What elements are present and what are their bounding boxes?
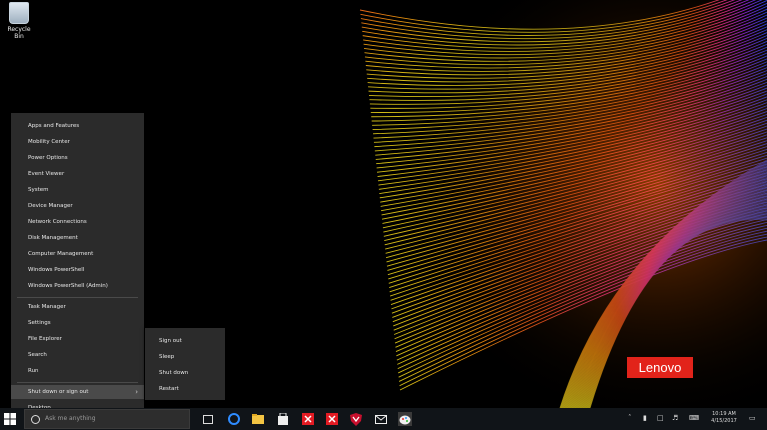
menu-item-power-options[interactable]: Power Options <box>11 151 144 165</box>
menu-item-powershell-admin[interactable]: Windows PowerShell (Admin) <box>11 279 144 293</box>
menu-item-computer-management[interactable]: Computer Management <box>11 247 144 261</box>
submenu-item-sleep[interactable]: Sleep <box>145 350 225 364</box>
app-red-x-icon[interactable] <box>325 412 339 426</box>
winx-menu: Apps and Features Mobility Center Power … <box>11 113 144 411</box>
menu-item-run[interactable]: Run <box>11 364 144 378</box>
menu-item-settings[interactable]: Settings <box>11 316 144 330</box>
menu-item-file-explorer[interactable]: File Explorer <box>11 332 144 346</box>
menu-item-search[interactable]: Search <box>11 348 144 362</box>
trash-icon <box>9 2 29 24</box>
menu-item-device-manager[interactable]: Device Manager <box>11 199 144 213</box>
mcafee-shield-icon[interactable] <box>349 412 363 426</box>
menu-item-mobility-center[interactable]: Mobility Center <box>11 135 144 149</box>
chevron-right-icon: › <box>135 388 138 396</box>
lenovo-logo: Lenovo <box>627 357 693 378</box>
menu-separator <box>17 382 138 383</box>
file-explorer-icon[interactable] <box>251 412 265 426</box>
edge-browser-icon[interactable] <box>227 412 241 426</box>
menu-item-network-connections[interactable]: Network Connections <box>11 215 144 229</box>
paint-icon[interactable] <box>398 412 412 426</box>
menu-item-shut-down-or-sign-out[interactable]: Shut down or sign out › <box>11 385 144 399</box>
volume-icon[interactable]: ♬ <box>672 414 678 424</box>
menu-item-system[interactable]: System <box>11 183 144 197</box>
menu-item-powershell[interactable]: Windows PowerShell <box>11 263 144 277</box>
taskbar: Ask me anything ˆ ▮ □ ♬ ⌨ 10:19 AM 4/15/… <box>0 408 767 430</box>
cortana-icon <box>31 415 40 424</box>
submenu-item-restart[interactable]: Restart <box>145 382 225 396</box>
mail-icon[interactable] <box>374 412 388 426</box>
store-icon[interactable] <box>276 412 290 426</box>
clock-date: 4/15/2017 <box>711 418 737 424</box>
windows-start-icon[interactable] <box>4 413 16 425</box>
submenu-item-shut-down[interactable]: Shut down <box>145 366 225 380</box>
menu-item-disk-management[interactable]: Disk Management <box>11 231 144 245</box>
menu-item-event-viewer[interactable]: Event Viewer <box>11 167 144 181</box>
cortana-search-box[interactable]: Ask me anything <box>24 409 190 429</box>
system-clock[interactable]: 10:19 AM 4/15/2017 <box>706 411 742 425</box>
app-red-icon[interactable] <box>301 412 315 426</box>
battery-icon[interactable]: ▮ <box>643 414 647 424</box>
recycle-bin-label: Recycle Bin <box>7 26 31 40</box>
menu-separator <box>17 297 138 298</box>
chevron-up-icon[interactable]: ˆ <box>628 414 632 424</box>
submenu-item-sign-out[interactable]: Sign out <box>145 334 225 348</box>
recycle-bin-icon[interactable]: Recycle Bin <box>2 2 36 40</box>
action-center-icon[interactable]: ▭ <box>749 414 756 424</box>
task-view-icon[interactable] <box>201 412 215 426</box>
menu-item-label: Shut down or sign out <box>28 389 89 395</box>
shutdown-submenu: Sign out Sleep Shut down Restart <box>145 328 225 400</box>
search-placeholder: Ask me anything <box>45 415 96 422</box>
menu-item-apps-features[interactable]: Apps and Features <box>11 119 144 133</box>
keyboard-icon[interactable]: ⌨ <box>689 414 699 424</box>
network-icon[interactable]: □ <box>657 414 664 424</box>
clock-time: 10:19 AM <box>712 411 736 417</box>
menu-item-task-manager[interactable]: Task Manager <box>11 300 144 314</box>
